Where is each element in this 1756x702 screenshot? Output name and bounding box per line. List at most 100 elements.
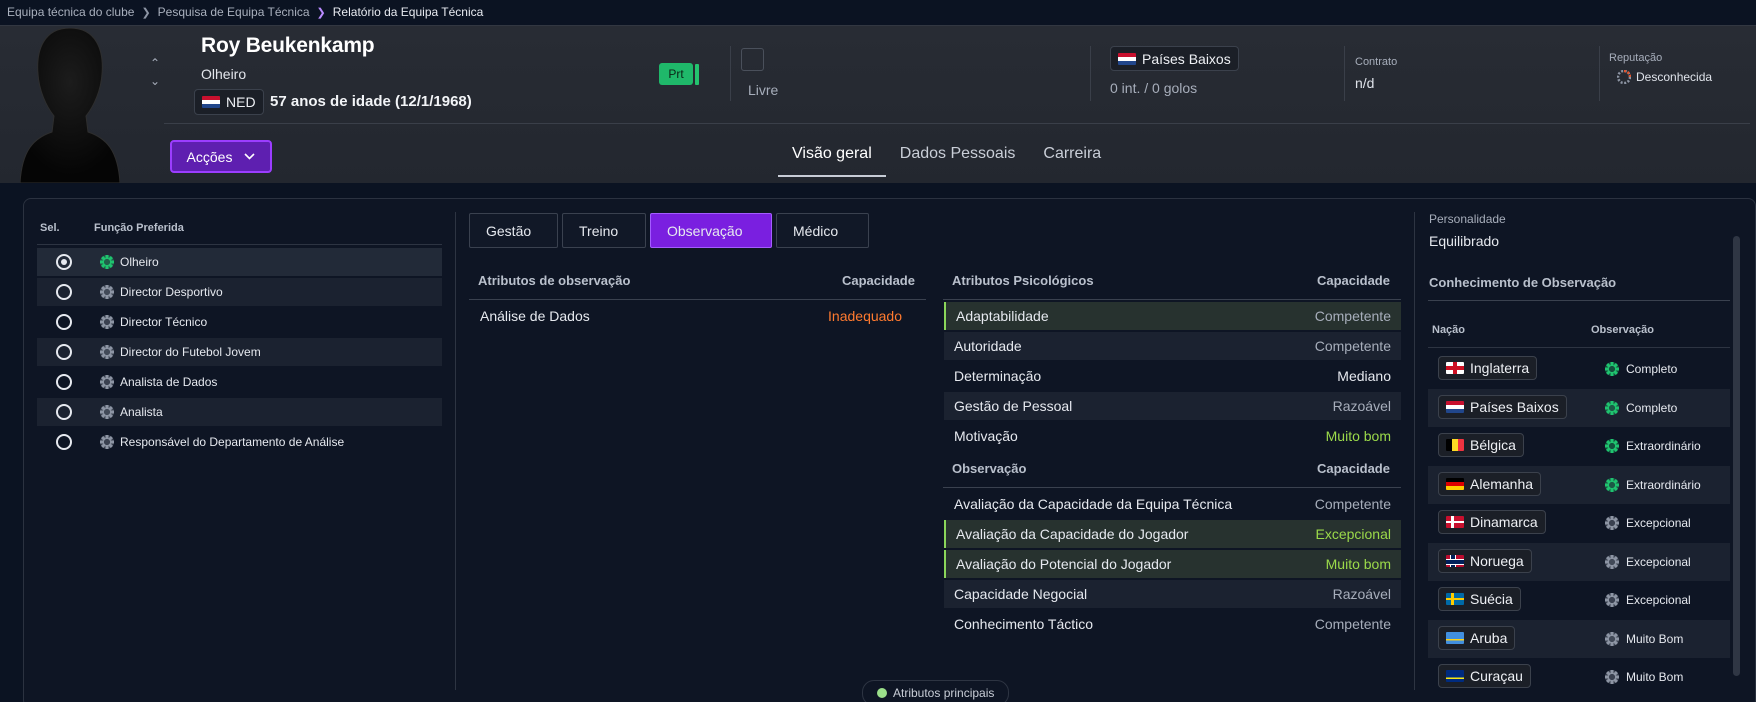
attribute-label: Avaliação do Potencial do Jogador xyxy=(956,556,1172,572)
proficiency-meter-icon xyxy=(1605,362,1619,376)
country-chip[interactable]: Países Baixos xyxy=(1110,46,1239,71)
nation-chip[interactable]: Bélgica xyxy=(1438,433,1524,457)
proficiency-meter-icon xyxy=(100,435,114,449)
profile-nav: ⌃ ⌄ xyxy=(150,56,160,88)
subtab-medical[interactable]: Médico xyxy=(776,213,869,248)
role-label: Responsável do Departamento de Análise xyxy=(120,435,345,449)
proficiency-meter-icon xyxy=(1605,516,1619,530)
proficiency-meter-icon xyxy=(100,315,114,329)
role-radio[interactable] xyxy=(56,344,72,360)
reputation-value: Desconhecida xyxy=(1617,70,1712,84)
chevron-up-icon[interactable]: ⌃ xyxy=(150,56,160,70)
knowledge-title: Conhecimento de Observação xyxy=(1429,275,1617,290)
role-radio[interactable] xyxy=(56,434,72,450)
se-flag-icon xyxy=(1446,593,1464,605)
table-divider xyxy=(943,487,1401,488)
role-radio[interactable] xyxy=(56,314,72,330)
attribute-label: Adaptabilidade xyxy=(956,308,1049,324)
contract-label: Contrato xyxy=(1355,56,1398,68)
nationality-code: NED xyxy=(226,94,256,110)
actions-label: Acções xyxy=(186,148,233,165)
role-label: Analista xyxy=(120,405,163,419)
divider xyxy=(1599,46,1600,101)
role-row[interactable]: Olheiro xyxy=(37,248,442,276)
role-row[interactable]: Director Técnico xyxy=(37,308,442,336)
role-label: Director Técnico xyxy=(120,315,208,329)
role-row[interactable]: Director do Futebol Jovem xyxy=(37,338,442,366)
nation-chip[interactable]: Curaçau xyxy=(1438,664,1531,688)
observation-level: Completo xyxy=(1604,361,1677,377)
knowledge-header-divider xyxy=(1428,347,1730,348)
subtab-training[interactable]: Treino xyxy=(562,213,646,248)
attribute-subtabs: Gestão Treino Observação Médico xyxy=(469,213,869,248)
roles-divider xyxy=(37,244,442,245)
attribute-value: Excepcional xyxy=(1315,526,1392,542)
role-row[interactable]: Analista de Dados xyxy=(37,368,442,396)
role-row[interactable]: Analista xyxy=(37,398,442,426)
reputation-meter-icon xyxy=(1617,70,1631,84)
scrollbar[interactable] xyxy=(1733,236,1740,676)
observation-level: Excepcional xyxy=(1604,515,1691,531)
nl-flag-icon xyxy=(1446,400,1464,413)
nation-chip[interactable]: Noruega xyxy=(1438,548,1532,573)
attribute-label: Gestão de Pessoal xyxy=(954,398,1073,414)
attribute-label: Avaliação da Capacidade do Jogador xyxy=(956,526,1189,542)
breadcrumb-item-club-staff[interactable]: Equipa técnica do clube xyxy=(7,5,134,19)
chevron-down-icon[interactable]: ⌄ xyxy=(150,74,160,88)
international-caps: 0 int. / 0 golos xyxy=(1110,80,1198,96)
role-radio[interactable] xyxy=(56,284,72,300)
role-row[interactable]: Director Desportivo xyxy=(37,278,442,306)
nation-row: Curaçau Muito Bom xyxy=(1428,658,1730,696)
role-radio[interactable] xyxy=(56,374,72,390)
chevron-down-icon xyxy=(244,153,256,160)
attribute-row: Avaliação da Capacidade do Jogador Excep… xyxy=(944,520,1401,548)
country-name: Países Baixos xyxy=(1142,50,1231,67)
observation-level: Extraordinário xyxy=(1604,438,1701,454)
nation-chip[interactable]: Inglaterra xyxy=(1438,356,1538,380)
netherlands-flag-icon xyxy=(202,96,220,108)
actions-button[interactable]: Acções xyxy=(170,140,272,173)
nation-name: Inglaterra xyxy=(1470,360,1530,376)
role-radio[interactable] xyxy=(56,404,72,420)
nationality-chip[interactable]: NED xyxy=(194,89,264,115)
role-radio[interactable] xyxy=(56,254,72,270)
breadcrumb-item-staff-search[interactable]: Pesquisa de Equipa Técnica xyxy=(158,5,310,19)
divider xyxy=(1090,46,1091,101)
proficiency-meter-icon xyxy=(100,345,114,359)
tab-personal-data[interactable]: Dados Pessoais xyxy=(886,143,1030,177)
key-attributes-legend[interactable]: Atributos principais xyxy=(862,680,1010,702)
obs-capacity-header: Capacidade xyxy=(1317,461,1390,476)
observation-level-text: Muito Bom xyxy=(1626,670,1684,684)
contract-value: n/d xyxy=(1355,75,1375,91)
proficiency-meter-icon xyxy=(1605,400,1619,415)
dk-flag-icon xyxy=(1446,516,1464,528)
subtab-management[interactable]: Gestão xyxy=(469,213,558,248)
nation-chip[interactable]: Dinamarca xyxy=(1438,510,1546,534)
nation-name: Curaçau xyxy=(1470,668,1523,684)
attribute-value: Competente xyxy=(1314,308,1391,324)
attribute-label: Avaliação da Capacidade da Equipa Técnic… xyxy=(954,496,1233,512)
proficiency-meter-icon xyxy=(100,405,114,419)
aw-flag-icon xyxy=(1446,631,1464,644)
proficiency-meter-icon xyxy=(100,285,114,299)
nation-chip[interactable]: Aruba xyxy=(1438,625,1516,650)
nation-chip[interactable]: Países Baixos xyxy=(1438,394,1567,419)
nation-chip[interactable]: Alemanha xyxy=(1438,471,1542,496)
role-meter-icon xyxy=(99,434,115,453)
proficiency-meter-icon xyxy=(1605,593,1619,607)
psych-attrs-header: Atributos Psicológicos xyxy=(952,273,1094,288)
observation-level-text: Muito Bom xyxy=(1626,631,1684,646)
nation-name: Dinamarca xyxy=(1470,514,1538,530)
nation-chip[interactable]: Suécia xyxy=(1438,587,1521,611)
subtab-scouting[interactable]: Observação xyxy=(650,213,772,248)
tab-career[interactable]: Carreira xyxy=(1029,143,1115,177)
badge-bar xyxy=(695,64,699,85)
header-divider xyxy=(164,123,1750,124)
role-row[interactable]: Responsável do Departamento de Análise xyxy=(37,428,442,456)
legend-dot-icon xyxy=(877,688,887,698)
personality-label: Personalidade xyxy=(1429,212,1506,226)
tab-overview[interactable]: Visão geral xyxy=(778,143,886,177)
employment-status: Livre xyxy=(748,82,779,98)
cw-flag-icon xyxy=(1446,670,1464,682)
breadcrumb-current: Relatório da Equipa Técnica xyxy=(332,5,484,19)
